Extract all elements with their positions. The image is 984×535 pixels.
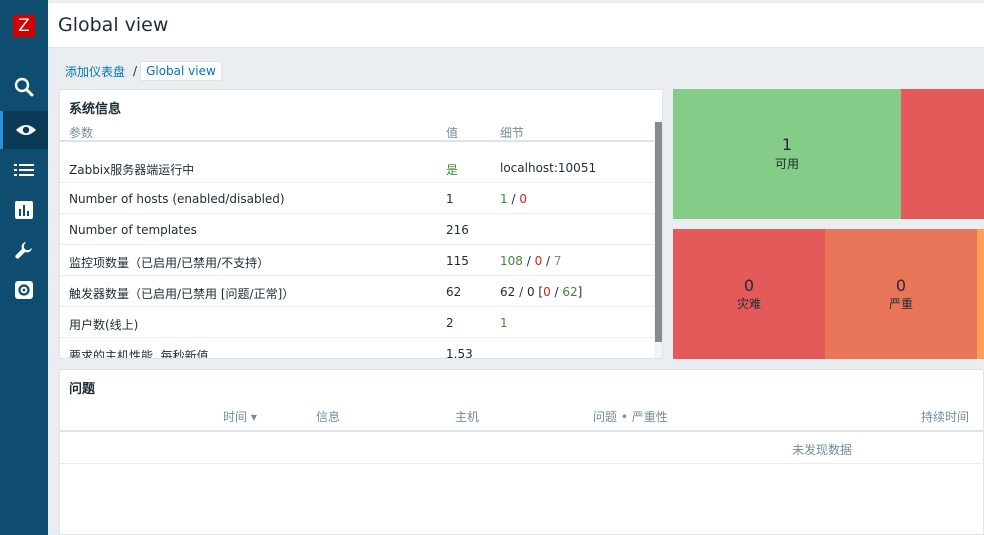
param-cell: Number of templates bbox=[69, 223, 197, 237]
separator: / bbox=[507, 192, 520, 206]
severity-tile-average[interactable] bbox=[977, 229, 984, 359]
column-header-time[interactable]: 时间 ▾ bbox=[223, 408, 257, 425]
breadcrumb-parent-link[interactable]: 添加仪表盘 bbox=[60, 63, 130, 80]
details-cell: 108 / 0 / 7 bbox=[500, 254, 562, 268]
tile-count: 0 bbox=[895, 276, 907, 295]
param-cell: 监控项数量（已启用/已禁用/不支持） bbox=[69, 256, 270, 270]
details-cell: 1 bbox=[500, 316, 508, 330]
wrench-icon[interactable] bbox=[0, 231, 48, 269]
separator: / bbox=[542, 254, 554, 268]
gear-icon[interactable] bbox=[0, 271, 48, 309]
list-icon[interactable] bbox=[0, 151, 48, 189]
param-cell: 触发器数量（已启用/已禁用 [问题/正常]） bbox=[69, 287, 295, 301]
enabled-count: 108 bbox=[500, 254, 523, 268]
value-cell: 2 bbox=[446, 316, 454, 330]
table-header: 时间 ▾ 信息 主机 问题 • 严重性 持续时间 bbox=[60, 400, 984, 432]
table-row: Number of templates 216 bbox=[60, 214, 654, 245]
eye-icon[interactable] bbox=[0, 111, 48, 149]
column-header-problem-severity: 问题 • 严重性 bbox=[593, 410, 668, 424]
value-cell: 是 bbox=[446, 163, 459, 177]
param-cell: 要求的主机性能, 每秒新值 bbox=[69, 349, 209, 359]
breadcrumb: 添加仪表盘 / Global view bbox=[60, 60, 222, 82]
details-suffix: ] bbox=[577, 285, 583, 299]
value-cell: 62 bbox=[446, 285, 462, 299]
param-cell: Zabbix服务器端运行中 bbox=[69, 163, 195, 177]
severity-tile-disaster[interactable]: 0 灾难 bbox=[673, 229, 825, 359]
table-row: Zabbix服务器端运行中 是 localhost:10051 bbox=[60, 152, 654, 183]
host-availability-tile-available[interactable]: 1 可用 bbox=[673, 89, 901, 219]
table-row: 触发器数量（已启用/已禁用 [问题/正常]） 62 62 / 0 [0 / 62… bbox=[60, 276, 654, 307]
column-header-details: 细节 bbox=[500, 126, 525, 140]
details-cell: localhost:10051 bbox=[500, 161, 597, 175]
table-row: Number of hosts (enabled/disabled) 1 1 /… bbox=[60, 183, 654, 214]
details-prefix: 62 / 0 [ bbox=[500, 285, 544, 299]
problems-widget: 问题 时间 ▾ 信息 主机 问题 • 严重性 持续时间 未发现数据 bbox=[59, 369, 984, 535]
column-header-param: 参数 bbox=[69, 126, 94, 140]
value-cell: 216 bbox=[446, 223, 469, 237]
tile-label: 严重 bbox=[888, 297, 913, 311]
details-cell: 62 / 0 [0 / 62] bbox=[500, 285, 582, 299]
column-header-duration: 持续时间 bbox=[921, 410, 970, 424]
scrollbar-thumb[interactable] bbox=[655, 122, 662, 342]
breadcrumb-separator: / bbox=[133, 64, 138, 78]
tile-count: 0 bbox=[743, 276, 755, 295]
widget-title: 系统信息 bbox=[69, 102, 122, 117]
no-data-text: 未发现数据 bbox=[792, 443, 853, 457]
column-header-info: 信息 bbox=[316, 410, 341, 424]
tile-count: 1 bbox=[781, 135, 793, 154]
problem-count: 0 bbox=[543, 285, 551, 299]
enabled-count: 1 bbox=[500, 192, 508, 206]
separator: / bbox=[550, 285, 563, 299]
empty-row: 未发现数据 bbox=[60, 433, 984, 464]
widget-title: 问题 bbox=[69, 382, 96, 397]
column-header-value: 值 bbox=[446, 126, 459, 140]
page-header: Global view bbox=[48, 3, 984, 48]
param-cell: Number of hosts (enabled/disabled) bbox=[69, 192, 285, 206]
system-info-widget: 系统信息 参数 值 细节 Zabbix服务器端运行中 是 localhost:1… bbox=[59, 89, 663, 359]
separator: / bbox=[522, 254, 535, 268]
disabled-count: 0 bbox=[519, 192, 527, 206]
table-row: 监控项数量（已启用/已禁用/不支持） 115 108 / 0 / 7 bbox=[60, 245, 654, 276]
details-cell: 1 / 0 bbox=[500, 192, 527, 206]
value-cell: 1 bbox=[446, 192, 454, 206]
table-row: 用户数(线上) 2 1 bbox=[60, 307, 654, 338]
ok-count: 62 bbox=[562, 285, 578, 299]
unsupported-count: 7 bbox=[553, 254, 562, 268]
column-header-host: 主机 bbox=[455, 410, 480, 424]
table-header: 参数 值 细节 bbox=[60, 118, 654, 142]
zabbix-logo[interactable]: Z bbox=[13, 15, 35, 37]
breadcrumb-current[interactable]: Global view bbox=[140, 61, 222, 81]
bar-chart-icon[interactable] bbox=[0, 191, 48, 229]
host-availability-tile-unavailable[interactable] bbox=[901, 89, 984, 219]
tile-label: 灾难 bbox=[736, 297, 761, 311]
tile-label: 可用 bbox=[774, 157, 799, 171]
value-cell: 115 bbox=[446, 254, 469, 268]
sidebar: Z bbox=[0, 0, 48, 535]
severity-tile-high[interactable]: 0 严重 bbox=[825, 229, 977, 359]
value-cell: 1.53 bbox=[446, 347, 473, 359]
search-icon[interactable] bbox=[0, 68, 48, 106]
param-cell: 用户数(线上) bbox=[69, 318, 139, 332]
table-row: 要求的主机性能, 每秒新值 1.53 bbox=[60, 338, 654, 359]
page-title: Global view bbox=[58, 14, 169, 36]
